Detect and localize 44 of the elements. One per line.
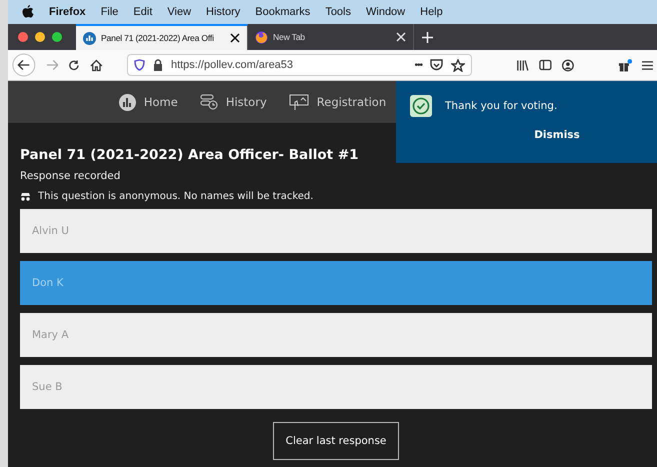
- nav-link[interactable]: History: [200, 94, 267, 110]
- incognito-icon: [20, 192, 31, 200]
- nav-link[interactable]: Home: [118, 94, 178, 110]
- menu-item[interactable]: History: [206, 6, 240, 18]
- nav-link[interactable]: Registration: [288, 94, 386, 110]
- close-window-icon[interactable]: [18, 32, 28, 42]
- library-icon[interactable]: [516, 58, 530, 72]
- menu-item[interactable]: Help: [420, 6, 443, 18]
- more-actions-button[interactable]: •••: [414, 60, 422, 70]
- sidebar-icon[interactable]: [539, 59, 552, 71]
- menu-item[interactable]: Tools: [325, 6, 351, 18]
- star-icon[interactable]: [451, 58, 466, 72]
- apple-logo-icon[interactable]: [22, 5, 34, 19]
- menu-item[interactable]: File: [100, 6, 118, 18]
- shield-icon[interactable]: [134, 59, 145, 71]
- clock-list-icon: [200, 94, 218, 110]
- menu-item[interactable]: Bookmarks: [255, 6, 310, 18]
- plus-icon[interactable]: [422, 32, 433, 42]
- clear-response-button[interactable]: Clear last response: [272, 422, 400, 460]
- menu-item[interactable]: Window: [366, 6, 406, 18]
- maximize-window-icon[interactable]: [52, 32, 62, 42]
- address-field[interactable]: https://pollev.com/area53 •••: [126, 54, 472, 76]
- bar-chart-icon: [118, 94, 136, 110]
- close-icon[interactable]: [230, 33, 240, 43]
- minimize-window-icon[interactable]: [35, 32, 45, 42]
- padlock-icon: [152, 59, 163, 71]
- menu-item[interactable]: View: [167, 6, 192, 18]
- reload-icon[interactable]: [68, 58, 80, 72]
- menu-item[interactable]: Edit: [133, 6, 152, 18]
- back-icon[interactable]: [12, 52, 36, 78]
- dismiss-button[interactable]: Dismiss: [534, 129, 580, 141]
- gift-icon[interactable]: [618, 58, 632, 72]
- poll-title: Panel 71 (2021-2022) Area Officer- Ballot #1: [20, 147, 360, 163]
- account-icon[interactable]: [562, 58, 574, 72]
- menu-icon[interactable]: [642, 60, 654, 70]
- response-status: Response recorded: [20, 170, 122, 182]
- anonymous-notice: This question is anonymous. No names will be tracked.: [38, 191, 314, 202]
- home-icon[interactable]: [90, 58, 103, 72]
- bar-chart-icon: [83, 32, 96, 44]
- toast-message: Thank you for voting.: [445, 100, 558, 112]
- pocket-icon[interactable]: [430, 59, 444, 71]
- browser-tab[interactable]: Panel 71 (2021-2022) Area Offi: [76, 24, 248, 50]
- checkmark-icon: [410, 95, 432, 117]
- menu-app-name[interactable]: Firefox: [49, 6, 86, 18]
